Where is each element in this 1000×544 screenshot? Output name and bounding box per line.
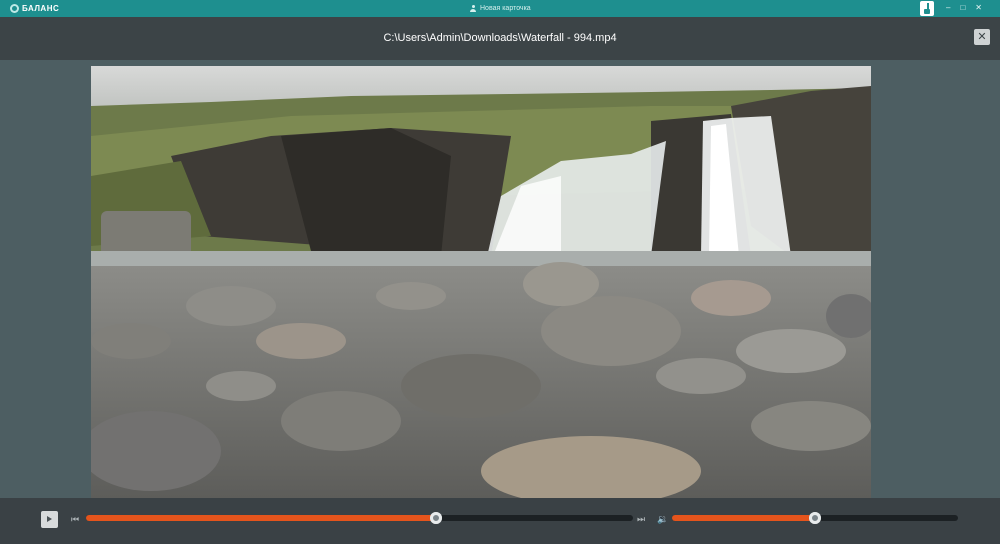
window-close-button[interactable]: ✕ [975,2,982,14]
volume-level-fill [672,515,815,521]
brand-name: БАЛАНС [22,4,60,13]
app-menu-button[interactable] [920,1,934,16]
person-icon [470,5,476,12]
file-path-title: C:\Users\Admin\Downloads\Waterfall - 994… [383,32,617,44]
logo-icon [10,4,19,13]
close-icon: ✕ [977,31,987,43]
volume-slider[interactable] [672,512,958,524]
playback-controls [0,498,1000,544]
volume-handle[interactable] [809,512,821,524]
tab-label: Новая карточка [480,5,531,12]
seek-handle[interactable] [430,512,443,524]
video-frame[interactable] [91,66,871,498]
play-button[interactable] [41,511,58,528]
maximize-button[interactable]: □ [960,2,965,14]
minimize-button[interactable]: – [946,2,950,14]
volume-icon[interactable]: 🔉 [657,514,668,524]
next-icon[interactable]: ⏭ [637,514,645,524]
close-viewer-button[interactable]: ✕ [974,29,990,45]
app-logo: БАЛАНС [10,2,59,15]
previous-icon[interactable]: ⏮ [71,514,79,524]
seek-bar[interactable] [86,512,633,524]
viewer-header: C:\Users\Admin\Downloads\Waterfall - 994… [0,17,1000,60]
seek-progress-fill [86,515,437,521]
play-icon [47,516,52,522]
window-controls: – □ ✕ [946,2,982,14]
tab-new-card[interactable]: Новая карточка [470,3,531,14]
app-icon [924,3,930,14]
waterfall-video-image [91,66,871,498]
title-bar: БАЛАНС Новая карточка – □ ✕ [0,0,1000,17]
